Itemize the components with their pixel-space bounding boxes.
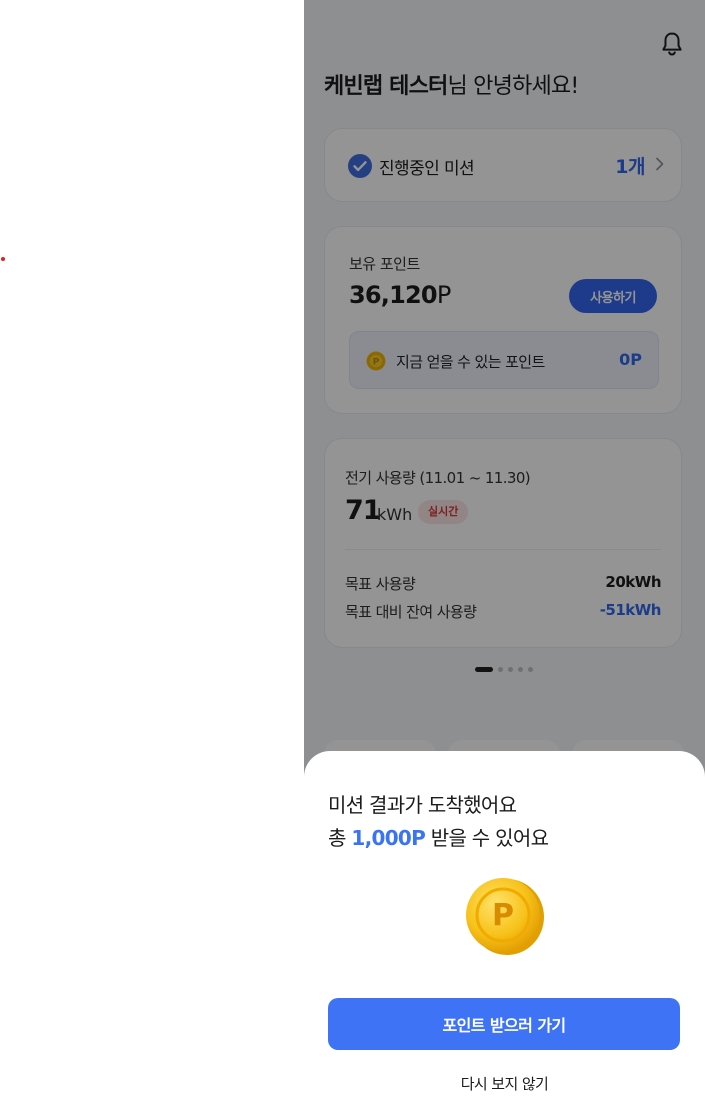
mission-result-sheet: 미션 결과가 도착했어요 총 1,000P 받을 수 있어요 P 포인트 받으러… xyxy=(304,751,705,1115)
sheet-subtitle-suffix: 받을 수 있어요 xyxy=(425,826,549,850)
sheet-subtitle-prefix: 총 xyxy=(328,826,352,850)
marker-dot xyxy=(1,257,5,261)
gold-coin-icon: P xyxy=(466,878,544,955)
dont-show-again-link[interactable]: 다시 보지 않기 xyxy=(304,1073,705,1094)
sheet-title: 미션 결과가 도착했어요 xyxy=(328,793,517,817)
reward-amount: 1,000P xyxy=(351,826,426,850)
get-points-button[interactable]: 포인트 받으러 가기 xyxy=(328,998,680,1050)
app-screen: 케빈랩 테스터님 안녕하세요! 진행중인 미션 1개 보유 포인트 36,120… xyxy=(304,0,705,1115)
svg-text:P: P xyxy=(492,898,514,933)
sheet-subtitle: 총 1,000P 받을 수 있어요 xyxy=(328,822,549,851)
